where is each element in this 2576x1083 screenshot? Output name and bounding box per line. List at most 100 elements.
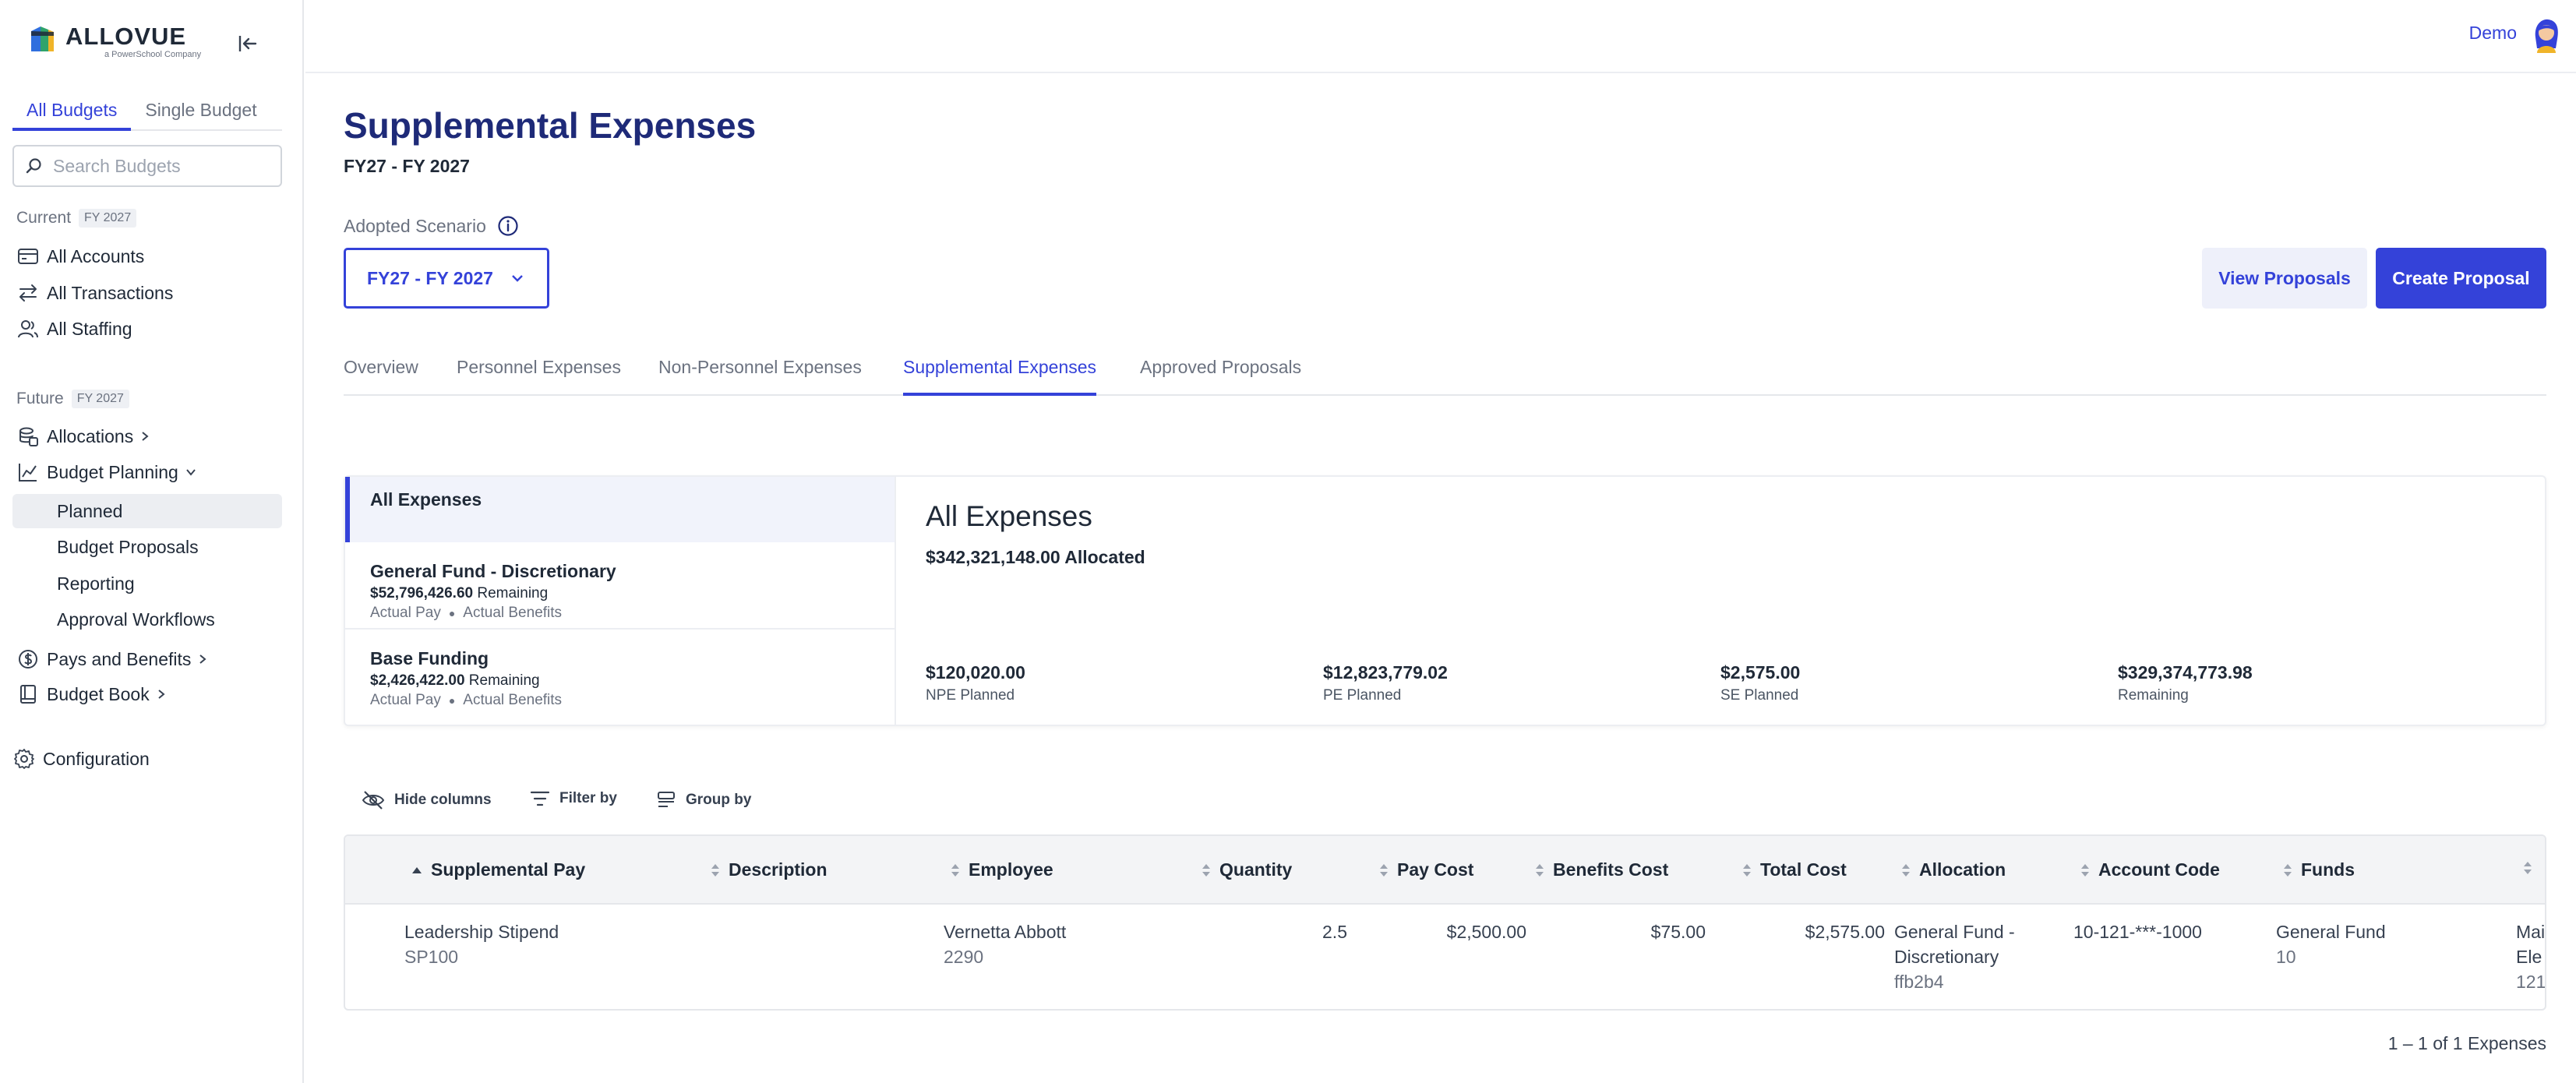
cell-overflow-line2: Ele [2516, 947, 2542, 967]
current-fy-badge: FY 2027 [79, 209, 137, 228]
sidebar-item-reporting[interactable]: Reporting [12, 566, 282, 601]
sidebar-item-budget-book[interactable]: Budget Book [16, 679, 167, 710]
column-header-account-code[interactable]: Account Code [2080, 859, 2220, 880]
future-section-label: Future FY 2027 [16, 390, 129, 408]
column-header-quantity[interactable]: Quantity [1201, 859, 1292, 880]
cell-overflow: Mai [2516, 922, 2546, 942]
stat-value: $2,575.00 [1720, 662, 1801, 683]
column-header-supplemental-pay[interactable]: Supplemental Pay [411, 859, 585, 880]
cell-funds: General Fund [2276, 922, 2386, 942]
stat-remaining: $329,374,773.98 Remaining [2118, 662, 2253, 704]
group-by-label: Group by [686, 792, 752, 808]
sidebar-item-configuration[interactable]: Configuration [12, 743, 150, 774]
create-proposal-button[interactable]: Create Proposal [2376, 248, 2546, 309]
expenses-table: Supplemental Pay Description Employee Qu… [344, 834, 2546, 1011]
scenario-dropdown[interactable]: FY27 - FY 2027 [344, 248, 549, 309]
fund-item-base-funding[interactable]: Base Funding $2,426,422.00 Remaining Act… [345, 630, 895, 715]
tab-all-budgets[interactable]: All Budgets [12, 95, 132, 131]
stat-se-planned: $2,575.00 SE Planned [1720, 662, 1800, 704]
sort-icon [1900, 862, 1911, 879]
sidebar-item-all-transactions[interactable]: All Transactions [16, 277, 173, 309]
cell-employee-id: 2290 [944, 947, 984, 967]
cell-total-cost: $2,575.00 [1805, 922, 1885, 942]
sidebar-item-label: Pays and Benefits [47, 648, 192, 669]
column-label: Total Cost [1760, 859, 1847, 880]
stat-label: NPE Planned [926, 687, 1015, 704]
group-by-button[interactable]: Group by [656, 790, 751, 810]
column-header-benefits-cost[interactable]: Benefits Cost [1534, 859, 1668, 880]
stat-value: $329,374,773.98 [2118, 662, 2253, 683]
fund-meta: Actual Pay ● Actual Benefits [370, 692, 563, 708]
sidebar-item-budget-planning[interactable]: Budget Planning [16, 457, 197, 488]
fund-benefits-type: Actual Benefits [463, 605, 563, 621]
top-bar: Demo [305, 0, 2576, 73]
tab-non-personnel-expenses[interactable]: Non-Personnel Expenses [658, 357, 862, 396]
sidebar-item-allocations[interactable]: Allocations [16, 421, 150, 452]
column-header-overflow[interactable] [2522, 859, 2541, 877]
sort-icon [1741, 862, 1752, 879]
fund-title: Base Funding [370, 648, 489, 668]
user-menu[interactable]: Demo [2469, 23, 2517, 44]
column-header-total-cost[interactable]: Total Cost [1741, 859, 1847, 880]
sidebar-item-budget-proposals[interactable]: Budget Proposals [12, 530, 282, 564]
current-section-label: Current FY 2027 [16, 209, 137, 228]
hide-columns-label: Hide columns [394, 792, 492, 808]
allovue-logo-icon [30, 25, 55, 53]
sidebar-item-all-accounts[interactable]: All Accounts [16, 241, 144, 272]
cell-account-code: 10-121-***-1000 [2073, 922, 2202, 942]
chevron-right-icon [156, 688, 167, 700]
column-header-employee[interactable]: Employee [950, 859, 1053, 880]
cell-overflow-code: 121 [2516, 972, 2546, 992]
allocations-icon [16, 425, 40, 448]
pagination-summary: 1 – 1 of 1 Expenses [2387, 1033, 2546, 1053]
fund-meta: Actual Pay ● Actual Benefits [370, 605, 563, 621]
column-header-allocation[interactable]: Allocation [1900, 859, 2006, 880]
stat-npe-planned: $120,020.00 NPE Planned [926, 662, 1025, 704]
current-label: Current [16, 209, 72, 227]
sort-icon [2282, 862, 2293, 879]
stat-label: PE Planned [1323, 687, 1402, 704]
filter-by-button[interactable]: Filter by [530, 790, 617, 807]
column-header-description[interactable]: Description [710, 859, 827, 880]
sort-icon [2080, 862, 2091, 879]
hide-columns-button[interactable]: Hide columns [362, 790, 492, 810]
sidebar-item-pays-and-benefits[interactable]: Pays and Benefits [16, 644, 208, 675]
page-title: Supplemental Expenses [344, 105, 757, 146]
stat-value: $12,823,779.02 [1323, 662, 1448, 683]
brand-name: ALLOVUE [65, 23, 187, 50]
column-header-pay-cost[interactable]: Pay Cost [1378, 859, 1473, 880]
column-label: Benefits Cost [1553, 859, 1669, 880]
eye-off-icon [362, 790, 385, 810]
sidebar-item-all-staffing[interactable]: All Staffing [16, 313, 132, 344]
info-icon[interactable] [497, 215, 519, 237]
tab-personnel-expenses[interactable]: Personnel Expenses [457, 357, 621, 396]
search-input[interactable] [53, 155, 279, 177]
fund-amount-suffix: Remaining [477, 585, 549, 601]
column-label: Supplemental Pay [431, 859, 586, 880]
column-label: Description [729, 859, 827, 880]
column-label: Pay Cost [1397, 859, 1474, 880]
column-label: Account Code [2098, 859, 2220, 880]
view-proposals-button[interactable]: View Proposals [2202, 248, 2367, 309]
sidebar-item-label: Budget Book [47, 683, 150, 704]
brand-logo[interactable]: ALLOVUE a PowerSchool Company [30, 23, 201, 59]
fund-item-all-expenses[interactable]: All Expenses [345, 477, 895, 542]
sidebar-item-approval-workflows[interactable]: Approval Workflows [12, 602, 282, 637]
allocated-amount: $342,321,148.00 Allocated [926, 547, 1145, 567]
fund-item-general-fund[interactable]: General Fund - Discretionary $52,796,426… [345, 542, 895, 628]
cell-quantity: 2.5 [1322, 922, 1347, 942]
tab-supplemental-expenses[interactable]: Supplemental Expenses [903, 357, 1097, 396]
avatar[interactable] [2531, 17, 2562, 53]
dollar-icon [16, 647, 40, 671]
collapse-sidebar-icon[interactable] [234, 30, 262, 58]
column-header-funds[interactable]: Funds [2282, 859, 2355, 880]
tab-approved-proposals[interactable]: Approved Proposals [1140, 357, 1301, 396]
staffing-icon [16, 317, 40, 340]
cell-allocation: General Fund - [1894, 922, 2015, 942]
fund-amount: $52,796,426.60 [370, 585, 474, 601]
transactions-icon [16, 281, 40, 305]
tab-overview[interactable]: Overview [344, 357, 418, 396]
search-icon [25, 157, 42, 175]
tab-single-budget[interactable]: Single Budget [131, 95, 270, 131]
sidebar-item-planned[interactable]: Planned [12, 494, 282, 528]
